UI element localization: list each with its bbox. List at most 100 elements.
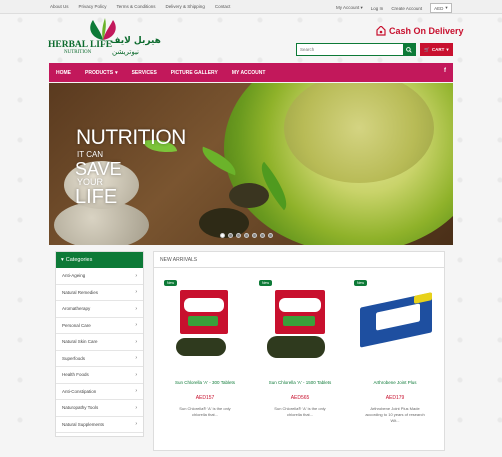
cart-button[interactable]: 🛒 CART ▾: [420, 43, 453, 56]
caret-down-icon: ▾: [446, 46, 449, 52]
link-privacy-policy[interactable]: Privacy Policy: [79, 4, 107, 9]
site-logo[interactable]: HERBAL LIFE NUTRITION هيربل لايف نيوتريش…: [48, 18, 168, 62]
slider-dot[interactable]: [244, 233, 249, 238]
hero-slider[interactable]: NUTRITION IT CAN SAVE YOUR LIFE: [49, 83, 453, 245]
product-name[interactable]: Sun Chlorella 'A' - 1500 Tablets: [257, 380, 343, 385]
product-name[interactable]: Arthrobene Joint Plus: [352, 380, 438, 385]
nav-services[interactable]: SERVICES: [125, 63, 164, 82]
product-image[interactable]: New: [162, 280, 248, 370]
category-item[interactable]: Natural Skin Care ›: [56, 334, 143, 351]
product-price: AED157: [195, 395, 215, 401]
description-line: chlorella that...: [191, 412, 218, 417]
search-button[interactable]: [403, 44, 415, 55]
slider-dot[interactable]: [268, 233, 273, 238]
logo-text-ar: هيربل لايف: [110, 36, 161, 46]
product-card[interactable]: New Sun Chlorella 'A' - 300 Tablets AED1…: [162, 280, 248, 440]
link-terms[interactable]: Terms & Conditions: [117, 4, 156, 9]
slider-dot[interactable]: [228, 233, 233, 238]
hero-text-line1: NUTRITION: [76, 126, 186, 149]
chevron-right-icon: ›: [135, 338, 137, 345]
category-item[interactable]: Anti-Ageing ›: [56, 268, 143, 285]
nav-home-label: HOME: [56, 69, 71, 76]
my-account-dropdown[interactable]: My Account ▾: [336, 5, 363, 11]
description-line: Wit...: [390, 418, 400, 423]
product-image[interactable]: New: [257, 280, 343, 370]
caret-down-icon: ▾: [445, 5, 448, 10]
account-links: My Account ▾ Log In Create Account AED ▾: [336, 3, 452, 13]
nav-my-account[interactable]: MY ACCOUNT: [225, 63, 273, 82]
search-box: [296, 43, 416, 56]
logo-text-en: HERBAL LIFE: [48, 40, 113, 50]
category-item[interactable]: Personal Care ›: [56, 318, 143, 334]
new-badge: New: [164, 280, 178, 286]
slider-pagination: [220, 233, 273, 238]
logo-text-sub: NUTRITION: [64, 50, 92, 55]
category-item[interactable]: Naturopathy Tools ›: [56, 400, 143, 417]
category-label: Superfoods: [62, 355, 86, 361]
search-input[interactable]: [297, 44, 403, 55]
caret-down-icon: ▾: [115, 69, 118, 76]
tablets-image: [267, 336, 325, 358]
hero-text-line5: LIFE: [75, 186, 118, 208]
category-item[interactable]: Natural Supplements ›: [56, 417, 143, 433]
chevron-right-icon: ›: [135, 388, 137, 395]
product-box-image: [180, 290, 228, 334]
product-label-image: [279, 298, 321, 312]
cash-on-delivery: Cash On Delivery: [376, 26, 464, 36]
product-card[interactable]: New Arthrobene Joint Plus AED179 Arthrob…: [352, 280, 438, 440]
nav-gallery-label: PICTURE GALLERY: [170, 69, 218, 76]
nav-products[interactable]: PRODUCTS ▾: [78, 63, 125, 82]
new-arrivals-panel: NEW ARRIVALS New Sun Chlorella 'A' - 300…: [153, 251, 445, 451]
tea-leaves-image: [229, 183, 269, 208]
new-badge: New: [259, 280, 273, 286]
chevron-right-icon: ›: [135, 404, 137, 411]
chevron-right-icon: ›: [135, 272, 137, 279]
caret-down-icon: ▾: [360, 5, 363, 10]
new-badge: New: [354, 280, 368, 286]
caret-down-icon: ▾: [61, 257, 64, 263]
hero-text-line2: IT CAN: [77, 150, 104, 159]
chevron-right-icon: ›: [135, 289, 137, 296]
tablets-image: [176, 338, 226, 356]
product-price: AED565: [290, 395, 310, 401]
slider-dot[interactable]: [260, 233, 265, 238]
nav-picture-gallery[interactable]: PICTURE GALLERY: [164, 63, 225, 82]
cart-icon: 🛒: [424, 46, 430, 52]
login-link[interactable]: Log In: [371, 6, 384, 11]
product-label-image: [188, 316, 218, 326]
product-image[interactable]: New: [352, 280, 438, 370]
description-line: chlorella that...: [286, 412, 313, 417]
product-description: Arthrobene Joint Plus Made according to …: [352, 406, 438, 424]
delivery-tag-icon: [376, 26, 386, 36]
slider-dot[interactable]: [220, 233, 225, 238]
link-delivery-shipping[interactable]: Delivery & Shipping: [166, 4, 205, 9]
product-card[interactable]: New Sun Chlorella 'A' - 1500 Tablets AED…: [257, 280, 343, 440]
category-label: Natural Remedies: [62, 289, 99, 295]
product-name[interactable]: Sun Chlorella 'A' - 300 Tablets: [162, 380, 248, 385]
search-icon: [406, 46, 412, 53]
category-item[interactable]: Anti-Constipation ›: [56, 384, 143, 400]
chevron-right-icon: ›: [135, 305, 137, 312]
create-account-link[interactable]: Create Account: [391, 6, 422, 11]
slider-dot[interactable]: [236, 233, 241, 238]
link-about-us[interactable]: About Us: [50, 4, 69, 9]
top-bar: About Us Privacy Policy Terms & Conditio…: [0, 0, 502, 14]
nav-home[interactable]: HOME: [49, 63, 78, 82]
top-links: About Us Privacy Policy Terms & Conditio…: [50, 4, 230, 9]
facebook-icon[interactable]: f: [444, 68, 446, 74]
category-item[interactable]: Superfoods ›: [56, 351, 143, 367]
category-item[interactable]: Natural Remedies ›: [56, 285, 143, 301]
currency-value: AED: [434, 5, 444, 11]
link-contact[interactable]: Contact: [215, 4, 231, 9]
category-label: Naturopathy Tools: [62, 405, 99, 411]
categories-header[interactable]: ▾ Categories: [56, 252, 143, 268]
chevron-right-icon: ›: [135, 421, 137, 428]
currency-select[interactable]: AED ▾: [430, 3, 452, 13]
product-description: Sun Chlorella® 'A' is the only chlorella…: [257, 406, 343, 418]
nav-products-label: PRODUCTS: [85, 69, 114, 76]
category-item[interactable]: Aromatherapy ›: [56, 301, 143, 318]
slider-dot[interactable]: [252, 233, 257, 238]
category-item[interactable]: Health Foods ›: [56, 367, 143, 384]
nav-account-label: MY ACCOUNT: [231, 69, 266, 76]
hero-text-line3: SAVE: [75, 159, 122, 179]
